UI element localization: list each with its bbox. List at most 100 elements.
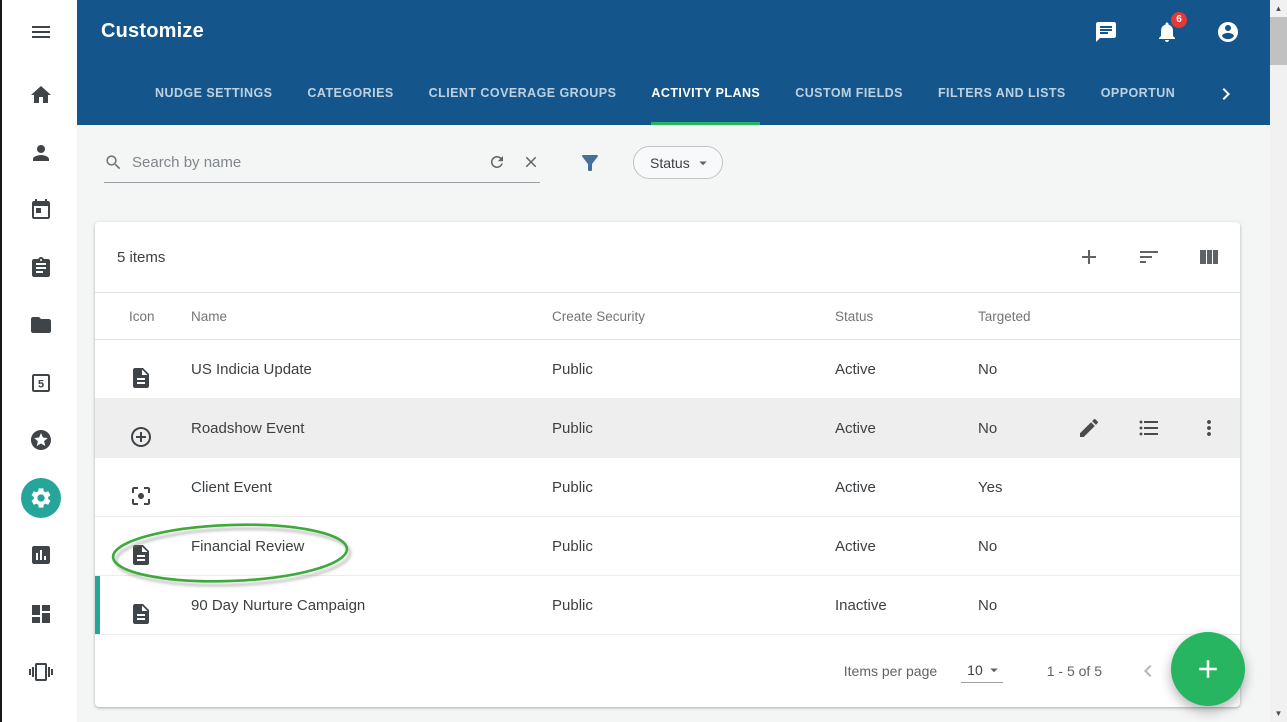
clipped-bottom-icon[interactable] — [29, 718, 53, 722]
tab-client-coverage-groups[interactable]: CLIENT COVERAGE GROUPS — [429, 63, 617, 125]
app-screen: 5 Customize 6 NUDGE SETTI — [0, 0, 1287, 722]
search-icon — [104, 153, 123, 172]
add-activity-plan-fab[interactable] — [1171, 632, 1245, 706]
settings-tab-bar: NUDGE SETTINGS CATEGORIES CLIENT COVERAG… — [77, 63, 1270, 125]
plan-create-security: Public — [552, 479, 835, 496]
table-row[interactable]: US Indicia Update Public Active No — [95, 340, 1240, 399]
table-row[interactable]: Client Event Public Active Yes — [95, 458, 1240, 517]
plan-targeted: No — [978, 597, 1088, 614]
chevron-down-icon — [694, 154, 712, 172]
document-icon — [129, 602, 191, 626]
tab-custom-fields[interactable]: CUSTOM FIELDS — [795, 63, 903, 125]
tab-categories[interactable]: CATEGORIES — [307, 63, 393, 125]
plan-create-security: Public — [552, 361, 835, 378]
plan-targeted: No — [978, 420, 1088, 437]
plan-status: Inactive — [835, 597, 978, 614]
search-input[interactable] — [132, 154, 472, 171]
paginator: Items per page 10 1 - 5 of 5 — [95, 635, 1240, 707]
account-avatar-icon[interactable] — [1216, 20, 1240, 44]
dashboard-icon[interactable] — [29, 602, 53, 626]
refresh-icon[interactable] — [488, 153, 506, 171]
tab-opportunities-truncated[interactable]: OPPORTUN — [1101, 63, 1175, 125]
document-icon — [129, 366, 191, 390]
previous-page-icon[interactable] — [1136, 659, 1160, 683]
menu-icon[interactable] — [29, 20, 53, 44]
plan-name: 90 Day Nurture Campaign — [191, 597, 552, 614]
add-circle-icon — [129, 425, 191, 449]
plan-targeted: Yes — [978, 479, 1088, 496]
plan-status: Active — [835, 361, 978, 378]
notifications-bell-icon[interactable]: 6 — [1155, 20, 1179, 44]
vertical-scrollbar[interactable]: ▲ ▼ — [1270, 0, 1287, 722]
clear-search-icon[interactable] — [522, 153, 540, 171]
scrollbar-thumb[interactable] — [1270, 17, 1287, 65]
page-size-select[interactable]: 10 — [961, 659, 1003, 683]
page-range-label: 1 - 5 of 5 — [1047, 663, 1102, 679]
sort-icon[interactable] — [1137, 245, 1161, 269]
center-focus-icon — [129, 484, 191, 508]
table-row[interactable]: Roadshow Event Public Active No — [95, 399, 1240, 458]
plan-status: Active — [835, 420, 978, 437]
chat-icon[interactable] — [1094, 20, 1118, 44]
items-count-label: 5 items — [117, 249, 165, 266]
scroll-up-arrow[interactable]: ▲ — [1270, 0, 1287, 17]
chevron-down-icon — [985, 661, 1003, 679]
filter-5-icon[interactable]: 5 — [29, 371, 53, 395]
scroll-down-arrow[interactable]: ▼ — [1270, 705, 1287, 722]
plan-name: Roadshow Event — [191, 420, 552, 437]
status-filter-chip[interactable]: Status — [633, 146, 723, 179]
plan-create-security: Public — [552, 597, 835, 614]
tabs-scroll-right-icon[interactable] — [1214, 82, 1238, 106]
plan-status: Active — [835, 538, 978, 555]
more-options-icon[interactable] — [1197, 416, 1221, 440]
tasks-icon[interactable] — [29, 256, 53, 280]
search-box — [104, 143, 540, 183]
notification-count-badge: 6 — [1171, 12, 1187, 28]
vibration-icon[interactable] — [29, 660, 53, 684]
activity-plans-card: 5 items Icon Name Create Security Status… — [95, 222, 1240, 707]
filter-funnel-icon[interactable] — [578, 151, 602, 175]
plan-status: Active — [835, 479, 978, 496]
columns-icon[interactable] — [1197, 245, 1221, 269]
contacts-icon[interactable] — [29, 141, 53, 165]
tab-activity-plans[interactable]: ACTIVITY PLANS — [651, 63, 760, 125]
column-header-name: Name — [191, 309, 552, 324]
page-title: Customize — [101, 20, 204, 43]
plan-name: US Indicia Update — [191, 361, 552, 378]
page-size-value: 10 — [967, 662, 983, 678]
plan-create-security: Public — [552, 420, 835, 437]
column-header-targeted: Targeted — [978, 309, 1088, 324]
folder-icon[interactable] — [29, 313, 53, 337]
calendar-icon[interactable] — [29, 198, 53, 222]
page-content: Status 5 items Icon Name Crea — [77, 125, 1270, 722]
items-per-page-label: Items per page — [844, 663, 937, 679]
column-header-icon: Icon — [95, 309, 191, 324]
svg-text:5: 5 — [38, 379, 44, 391]
left-nav-sidebar: 5 — [0, 0, 77, 722]
settings-gear-icon[interactable] — [29, 486, 53, 510]
table-row[interactable]: 90 Day Nurture Campaign Public Inactive … — [95, 576, 1240, 635]
tab-filters-and-lists[interactable]: FILTERS AND LISTS — [938, 63, 1066, 125]
column-header-create-security: Create Security — [552, 309, 835, 324]
row-actions — [1077, 399, 1221, 457]
plan-steps-list-icon[interactable] — [1137, 416, 1161, 440]
tab-nudge-settings[interactable]: NUDGE SETTINGS — [155, 63, 272, 125]
document-icon — [129, 543, 191, 567]
plan-name: Financial Review — [191, 538, 552, 555]
plan-create-security: Public — [552, 538, 835, 555]
add-item-icon[interactable] — [1077, 245, 1101, 269]
column-header-status: Status — [835, 309, 978, 324]
home-icon[interactable] — [29, 83, 53, 107]
plan-name: Client Event — [191, 479, 552, 496]
app-header: Customize 6 NUDGE SETTINGS CATEGORIES CL… — [77, 0, 1270, 125]
plan-targeted: No — [978, 361, 1088, 378]
edit-pencil-icon[interactable] — [1077, 416, 1101, 440]
table-header-row: Icon Name Create Security Status Targete… — [95, 292, 1240, 340]
main-area: Customize 6 NUDGE SETTINGS CATEGORIES CL… — [77, 0, 1270, 722]
status-chip-label: Status — [650, 155, 690, 171]
plan-targeted: No — [978, 538, 1088, 555]
stars-icon[interactable] — [29, 428, 53, 452]
analytics-icon[interactable] — [29, 543, 53, 567]
card-toolbar: 5 items — [95, 222, 1240, 292]
table-row[interactable]: Financial Review Public Active No — [95, 517, 1240, 576]
